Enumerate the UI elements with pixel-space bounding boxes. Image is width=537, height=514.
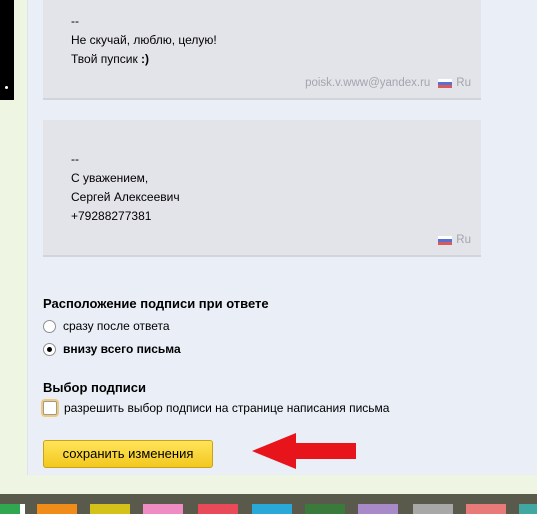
- russian-flag-icon: [438, 236, 453, 245]
- radio-button-selected[interactable]: [43, 342, 56, 356]
- theme-tile[interactable]: [519, 504, 537, 514]
- theme-tiles-bar: [0, 494, 537, 514]
- signature-meta: poisk.v.www@yandex.ru Ru: [305, 74, 471, 93]
- signature-line: --: [71, 14, 79, 28]
- theme-tile[interactable]: [466, 504, 506, 514]
- dot: [5, 86, 8, 89]
- signature-settings-panel: -- Не скучай, люблю, целую! Твой пупсик …: [27, 0, 537, 475]
- signature-email: poisk.v.www@yandex.ru: [305, 77, 431, 89]
- choice-section-title: Выбор подписи: [43, 380, 146, 395]
- signature-line: +79288277381: [71, 209, 152, 223]
- allow-signature-choice-checkbox[interactable]: [43, 401, 57, 415]
- placement-option-after-reply[interactable]: сразу после ответа: [43, 319, 170, 333]
- radio-button[interactable]: [43, 319, 56, 333]
- theme-tile[interactable]: [143, 504, 183, 514]
- theme-tile[interactable]: [37, 504, 77, 514]
- placement-option-label: внизу всего письма: [63, 342, 181, 356]
- theme-tile[interactable]: [305, 504, 345, 514]
- signature-line: Не скучай, люблю, целую!: [71, 33, 217, 47]
- placement-option-label: сразу после ответа: [63, 319, 170, 333]
- save-changes-button[interactable]: сохранить изменения: [43, 440, 213, 468]
- theme-tile[interactable]: [252, 504, 292, 514]
- russian-flag-icon: [438, 79, 453, 88]
- placement-option-bottom[interactable]: внизу всего письма: [43, 342, 181, 356]
- theme-tile[interactable]: [0, 504, 20, 514]
- theme-tile[interactable]: [413, 504, 453, 514]
- theme-tile[interactable]: [198, 504, 238, 514]
- left-edge-strip: [0, 0, 14, 100]
- allow-signature-choice-option[interactable]: разрешить выбор подписи на странице напи…: [43, 401, 389, 415]
- signature-language[interactable]: Ru: [456, 74, 471, 93]
- signature-line: С уважением,: [71, 171, 149, 185]
- signature-line: Твой пупсик :): [71, 52, 150, 66]
- signature-card[interactable]: -- Не скучай, люблю, целую! Твой пупсик …: [43, 0, 481, 100]
- signature-language[interactable]: Ru: [456, 231, 471, 250]
- signature-meta: Ru: [430, 231, 471, 250]
- placement-section-title: Расположение подписи при ответе: [43, 296, 269, 311]
- signature-line: Сергей Алексеевич: [71, 190, 180, 204]
- signature-card[interactable]: -- С уважением, Сергей Алексеевич +79288…: [43, 120, 481, 257]
- signature-line: --: [71, 152, 79, 166]
- theme-tile[interactable]: [90, 504, 130, 514]
- theme-tile[interactable]: [358, 504, 398, 514]
- red-arrow-icon: [252, 433, 356, 469]
- checkbox-label: разрешить выбор подписи на странице напи…: [64, 401, 390, 415]
